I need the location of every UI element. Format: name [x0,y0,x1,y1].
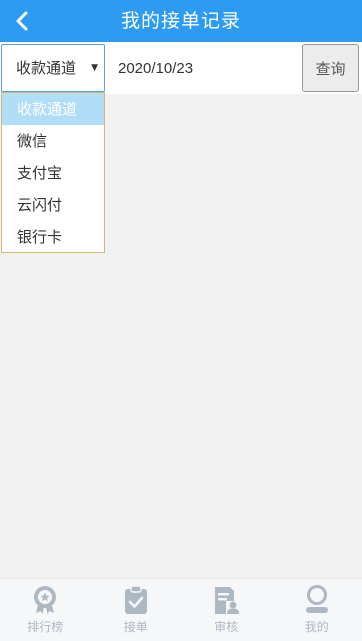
header-bar: 我的接单记录 [0,0,362,42]
tab-orders[interactable]: 接单 [91,579,182,641]
tab-ranking-label: 排行榜 [27,620,64,634]
bottom-tab-bar: 排行榜 接单 审核 我的 [0,578,362,641]
tab-orders-label: 接单 [123,620,148,634]
dropdown-option-wechat[interactable]: 微信 [2,125,104,157]
dropdown-option-alipay[interactable]: 支付宝 [2,157,104,189]
filter-bar: 收款通道 ▼ 查询 [0,42,362,94]
medal-icon [34,586,57,614]
tab-ranking[interactable]: 排行榜 [0,579,91,641]
dropdown-option-unionpay[interactable]: 云闪付 [2,189,104,221]
dropdown-option-channel[interactable]: 收款通道 [2,93,104,125]
tab-mine-label: 我的 [304,620,329,634]
channel-select[interactable]: 收款通道 ▼ [1,44,105,92]
channel-select-value: 收款通道 [16,59,77,77]
query-button[interactable]: 查询 [302,44,359,92]
clipboard-check-icon [124,585,147,614]
document-user-icon [215,587,240,614]
page-title: 我的接单记录 [120,10,241,32]
caret-down-icon: ▼ [91,63,98,73]
tab-review[interactable]: 审核 [181,579,272,641]
tab-mine[interactable]: 我的 [272,579,362,641]
channel-dropdown: 收款通道 微信 支付宝 云闪付 银行卡 [1,92,105,253]
dropdown-option-bank-card[interactable]: 银行卡 [2,221,104,253]
user-icon [305,585,328,613]
tab-review-label: 审核 [214,620,239,634]
date-input[interactable] [107,44,301,92]
